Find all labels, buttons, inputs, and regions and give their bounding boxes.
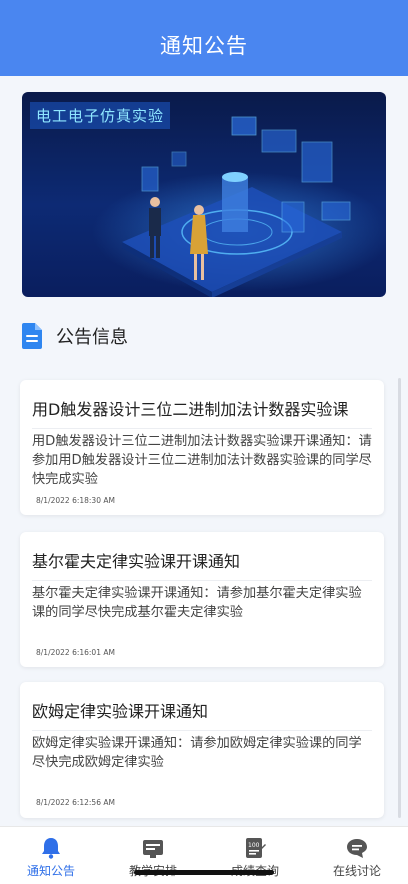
section-title: 公告信息 xyxy=(56,327,128,348)
notice-body: 用D触发器设计三位二进制加法计数器实验课开课通知：请参加用D触发器设计三位二进制… xyxy=(32,434,372,487)
scrollbar[interactable] xyxy=(398,378,401,818)
app-header: 通知公告 xyxy=(0,0,408,76)
notice-time: 8/1/2022 6:18:30 AM xyxy=(36,496,115,505)
svg-text:100: 100 xyxy=(248,842,260,849)
schedule-icon xyxy=(143,840,163,858)
bell-icon xyxy=(42,838,60,859)
section-header: 公告信息 xyxy=(22,322,128,350)
notice-time: 8/1/2022 6:12:56 AM xyxy=(36,798,115,807)
notice-card[interactable]: 欧姆定律实验课开课通知 欧姆定律实验课开课通知：请参加欧姆定律实验课的同学尽快完… xyxy=(20,682,384,818)
tab-label: 通知公告 xyxy=(26,864,75,878)
notice-title: 基尔霍夫定律实验课开课通知 xyxy=(32,552,241,571)
notice-card[interactable]: 基尔霍夫定律实验课开课通知 基尔霍夫定律实验课开课通知：请参加基尔霍夫定律实验课… xyxy=(20,532,384,667)
notice-time: 8/1/2022 6:16:01 AM xyxy=(36,648,115,657)
divider xyxy=(32,730,372,731)
notice-title: 用D触发器设计三位二进制加法计数器实验课 xyxy=(32,400,349,419)
notice-title: 欧姆定律实验课开课通知 xyxy=(32,702,209,721)
notice-card[interactable]: 用D触发器设计三位二进制加法计数器实验课 用D触发器设计三位二进制加法计数器实验… xyxy=(20,380,384,515)
page-title: 通知公告 xyxy=(160,34,248,58)
notice-body: 基尔霍夫定律实验课开课通知：请参加基尔霍夫定律实验课的同学尽快完成基尔霍夫定律实… xyxy=(32,586,362,620)
tab-notices[interactable]: 通知公告 xyxy=(0,827,102,884)
bottom-tab-bar: 通知公告 教学安排 100 成绩查询 在线讨论 xyxy=(0,826,408,884)
score-icon: 100 xyxy=(246,838,266,858)
banner-title: 电工电子仿真实验 xyxy=(30,102,171,129)
chat-icon xyxy=(347,839,367,858)
tab-label: 在线讨论 xyxy=(332,864,381,878)
document-icon xyxy=(22,323,42,349)
divider xyxy=(32,428,372,429)
tab-schedule[interactable]: 教学安排 xyxy=(102,827,204,884)
divider xyxy=(32,580,372,581)
notice-body: 欧姆定律实验课开课通知：请参加欧姆定律实验课的同学尽快完成欧姆定律实验 xyxy=(32,736,362,770)
tab-discussion[interactable]: 在线讨论 xyxy=(306,827,408,884)
banner-image[interactable]: 电工电子仿真实验 xyxy=(22,92,386,297)
home-indicator xyxy=(134,870,274,875)
tab-scores[interactable]: 100 成绩查询 xyxy=(204,827,306,884)
